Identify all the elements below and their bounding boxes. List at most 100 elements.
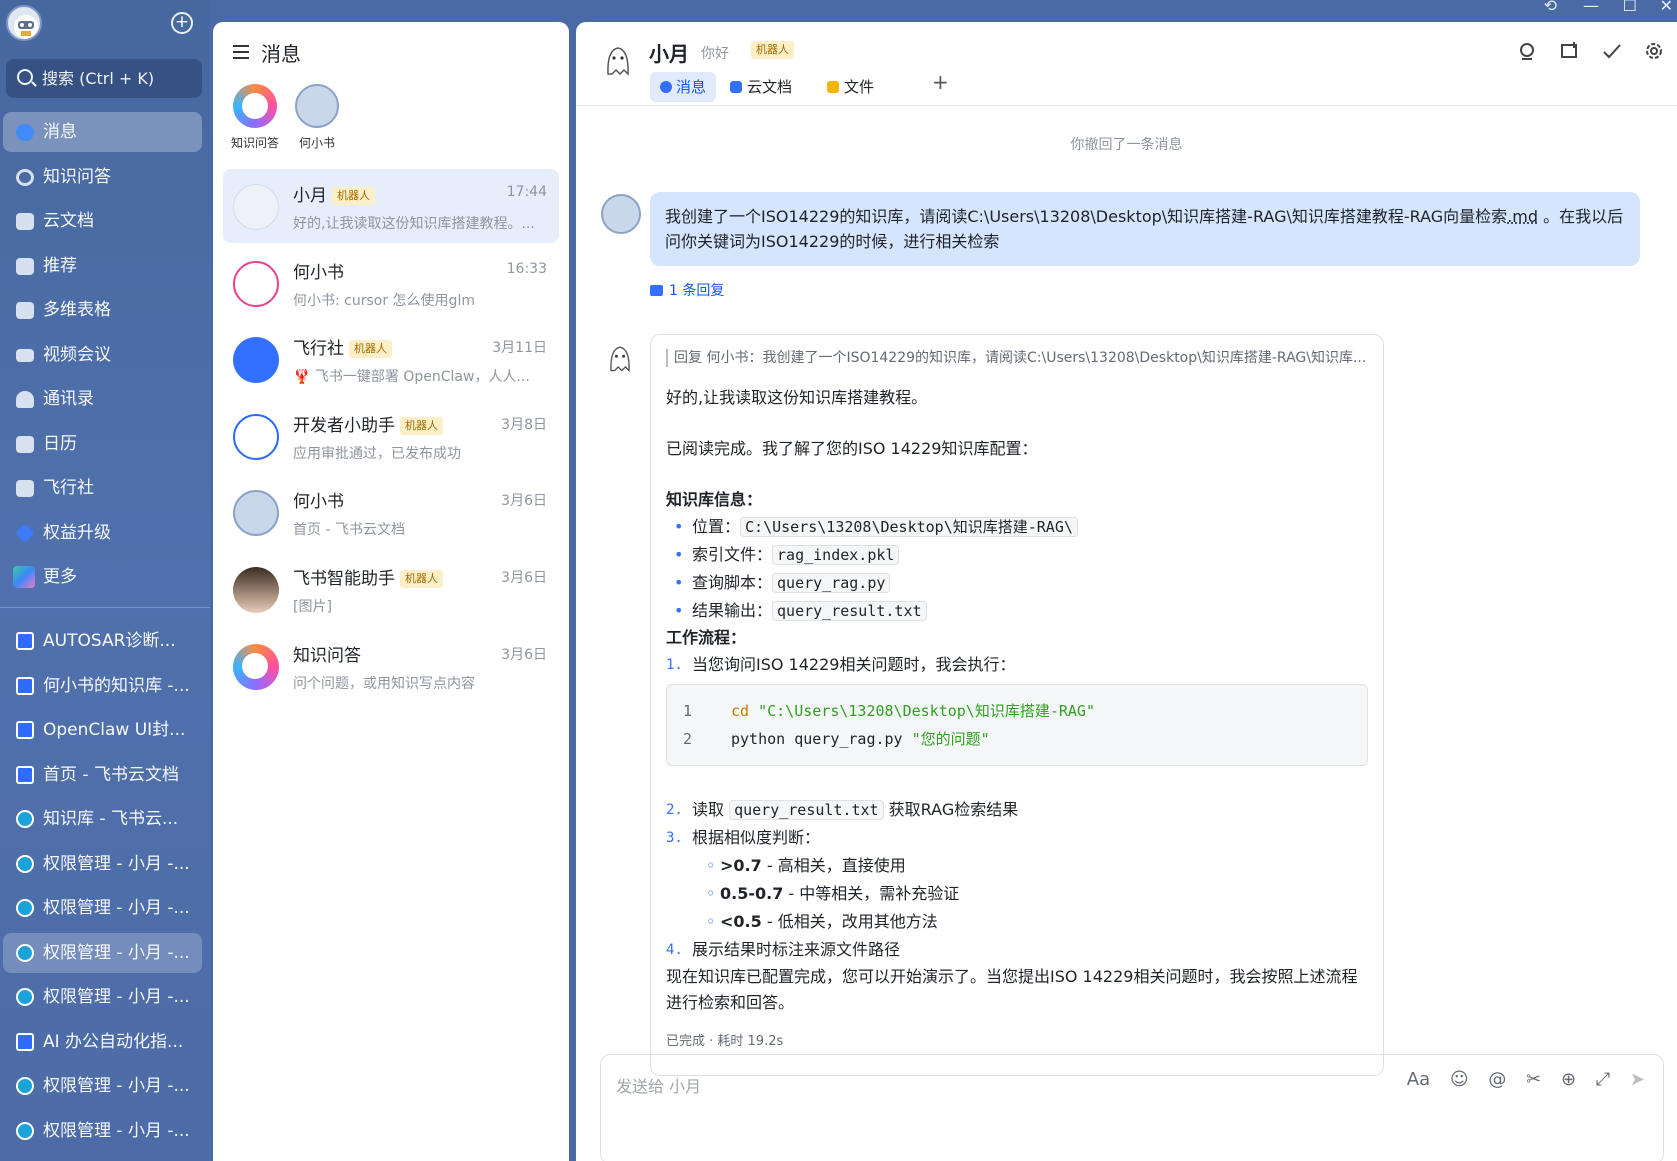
sidebar-item-flight-club[interactable]: 飞行社 [3, 468, 202, 508]
search-icon [17, 69, 33, 85]
add-plus-icon[interactable]: ⊕ [1561, 1069, 1576, 1090]
search-input[interactable]: 搜索 (Ctrl + K) [6, 59, 202, 98]
close-icon[interactable]: ✕ [1660, 0, 1673, 15]
collapse-menu-icon[interactable] [233, 45, 249, 59]
mark-done-icon[interactable] [1601, 40, 1623, 62]
info-label: 结果输出： [692, 601, 773, 620]
ghost-avatar[interactable] [602, 340, 642, 380]
settings-gear-icon[interactable] [1643, 40, 1665, 62]
sidebar-doc-item[interactable]: 知识库 - 飞书云... [3, 799, 202, 839]
code-block[interactable]: 1 cd "C:\Users\13208\Desktop\知识库搭建-RAG" 2… [666, 684, 1368, 766]
add-tab-button[interactable]: + [932, 70, 949, 94]
input-placeholder: 发送给 小月 [616, 1077, 702, 1096]
wiki-icon [16, 899, 34, 917]
code-keyword: cd [731, 702, 750, 720]
threshold-list: >0.7 - 高相关，直接使用 0.5-0.7 - 中等相关，需补充验证 <0.… [666, 852, 1368, 936]
add-tab-icon[interactable] [1559, 40, 1581, 62]
wiki-icon [16, 1121, 34, 1140]
sidebar-doc-label: 权限管理 - 小月 -... [43, 942, 190, 963]
conversation-header: 小月 你好 机器人 消息 云文档 文件 + [576, 22, 1677, 106]
pinned-item[interactable]: 何小书 [291, 84, 343, 151]
tab-messages[interactable]: 消息 [650, 72, 717, 102]
sidebar-doc-item[interactable]: 权限管理 - 小月 -... [3, 977, 202, 1017]
info-label: 查询脚本： [692, 573, 773, 592]
pinned-item[interactable]: 知识问答 [229, 84, 281, 151]
sidebar-item-knowledge-qa[interactable]: 知识问答 [3, 157, 202, 197]
sidebar-doc-label: AI 办公自动化指... [43, 1031, 184, 1052]
chat-item[interactable]: 何小书 3月6日 首页 - 飞书云文档 [223, 475, 559, 549]
step-text: 获取RAG检索结果 [883, 800, 1019, 819]
chat-item[interactable]: 飞行社 机器人 3月11日 🦞 飞书一键部署 OpenClaw，人人... [223, 322, 559, 396]
cloud-doc-icon [730, 81, 742, 93]
tab-cloud-docs[interactable]: 云文档 [725, 72, 792, 102]
chat-item[interactable]: 飞书智能助手 机器人 3月6日 [图片] [223, 552, 559, 626]
user-message-bubble[interactable]: 我创建了一个ISO14229的知识库，请阅读C:\Users\13208\Des… [650, 192, 1640, 266]
tab-label: 文件 [844, 78, 875, 96]
user-avatar[interactable] [6, 5, 42, 41]
flow-list: 1. 当您询问ISO 14229相关问题时，我会执行： [666, 651, 1368, 679]
chat-item[interactable]: 知识问答 3月6日 问个问题，或用知识写点内容 [223, 629, 559, 703]
bot-tag: 机器人 [751, 41, 794, 59]
emoji-icon[interactable]: ☺ [1450, 1069, 1469, 1090]
avatar[interactable] [601, 194, 641, 234]
doc-icon [16, 765, 34, 784]
chat-item[interactable]: 开发者小助手 机器人 3月8日 应用审批通过，已发布成功 [223, 399, 559, 473]
chat-name: 何小书 [293, 492, 344, 513]
flow-list: 4. 展示结果时标注来源文件路径 [666, 936, 1368, 964]
conversation-name: 小月 [649, 42, 689, 66]
wiki-icon [16, 988, 34, 1006]
sidebar-item-video-meeting[interactable]: 视频会议 [3, 335, 202, 375]
sidebar-doc-item[interactable]: 权限管理 - 小月 -... [3, 888, 202, 928]
list-item: >0.7 - 高相关，直接使用 [706, 852, 1368, 880]
sidebar-doc-item[interactable]: AI 办公自动化指... [3, 1022, 202, 1062]
cloud-doc-icon [16, 213, 34, 230]
format-text-icon[interactable]: Aa [1407, 1069, 1430, 1090]
sidebar-doc-item[interactable]: 权限管理 - 小月 -... [3, 1066, 202, 1106]
list-item: 3. 根据相似度判断： [666, 828, 821, 847]
maximize-icon[interactable]: ☐ [1623, 0, 1637, 15]
chat-time: 3月8日 [501, 416, 547, 433]
minimize-icon[interactable]: — [1583, 0, 1599, 15]
sidebar-item-calendar[interactable]: 日历 [3, 424, 202, 464]
search-chat-icon[interactable] [1517, 40, 1539, 62]
thread-reply-link[interactable]: 1 条回复 [650, 280, 724, 300]
sidebar-doc-item[interactable]: 权限管理 - 小月 -... [3, 844, 202, 884]
sidebar-doc-item[interactable]: 首页 - 飞书云文档 [3, 755, 202, 795]
sidebar-doc-label: 权限管理 - 小月 -... [43, 1120, 190, 1141]
chat-item[interactable]: 小月 机器人 17:44 好的,让我读取这份知识库搭建教程。... [223, 169, 559, 243]
knowledge-qa-avatar [233, 643, 279, 690]
chat-list-panel: 消息 知识问答 何小书 小月 机器人 17:44 好的,让我读取这份知识库搭建教程… [213, 22, 569, 1161]
base-table-icon [16, 302, 34, 319]
sidebar-doc-item[interactable]: 权限管理 - 小月 -... [3, 932, 202, 973]
sidebar-item-upgrade[interactable]: 权益升级 [3, 513, 202, 553]
mention-icon[interactable]: @ [1488, 1069, 1506, 1090]
screenshot-scissors-icon[interactable]: ✂ [1526, 1069, 1541, 1090]
chat-preview: 🦞 飞书一键部署 OpenClaw，人人... [293, 369, 530, 386]
sidebar-doc-item[interactable]: OpenClaw UI封... [3, 710, 202, 750]
chat-time: 3月6日 [501, 493, 547, 510]
video-meeting-icon [16, 348, 34, 362]
create-plus-icon[interactable]: + [171, 12, 193, 34]
chat-item[interactable]: 何小书 16:33 何小书: cursor 怎么使用glm [223, 246, 559, 320]
sidebar-item-label: 推荐 [43, 255, 77, 276]
file-link[interactable]: .md [1507, 207, 1538, 226]
sidebar-item-base[interactable]: 多维表格 [3, 290, 202, 330]
sidebar-item-messages[interactable]: 消息 [3, 112, 202, 152]
sidebar-item-cloud-doc[interactable]: 云文档 [3, 201, 202, 241]
sidebar-doc-item[interactable]: 权限管理 - 小月 -... [3, 1111, 202, 1151]
history-icon[interactable]: ⟲ [1544, 0, 1557, 15]
sidebar-item-more[interactable]: 更多 [3, 557, 202, 597]
send-icon[interactable]: ➤ [1630, 1069, 1645, 1090]
bot-tag: 机器人 [332, 187, 375, 205]
wiki-icon [16, 854, 34, 873]
sidebar-doc-item[interactable]: 何小书的知识库 -... [3, 666, 202, 706]
reply-quote[interactable]: 回复 何小书：我创建了一个ISO14229的知识库，请阅读C:\Users\13… [666, 349, 1368, 367]
sidebar-item-contacts[interactable]: 通讯录 [3, 379, 202, 419]
message-input[interactable]: 发送给 小月 Aa ☺ @ ✂ ⊕ ⤢ ➤ [600, 1054, 1664, 1161]
sidebar-item-recommend[interactable]: 推荐 [3, 246, 202, 286]
expand-icon[interactable]: ⤢ [1596, 1069, 1610, 1090]
code-line: 1 cd "C:\Users\13208\Desktop\知识库搭建-RAG" [683, 697, 1351, 725]
sidebar-doc-item[interactable]: AUTOSAR诊断... [3, 621, 202, 661]
ghost-avatar[interactable] [598, 40, 638, 80]
tab-files[interactable]: 文件 [822, 72, 874, 102]
